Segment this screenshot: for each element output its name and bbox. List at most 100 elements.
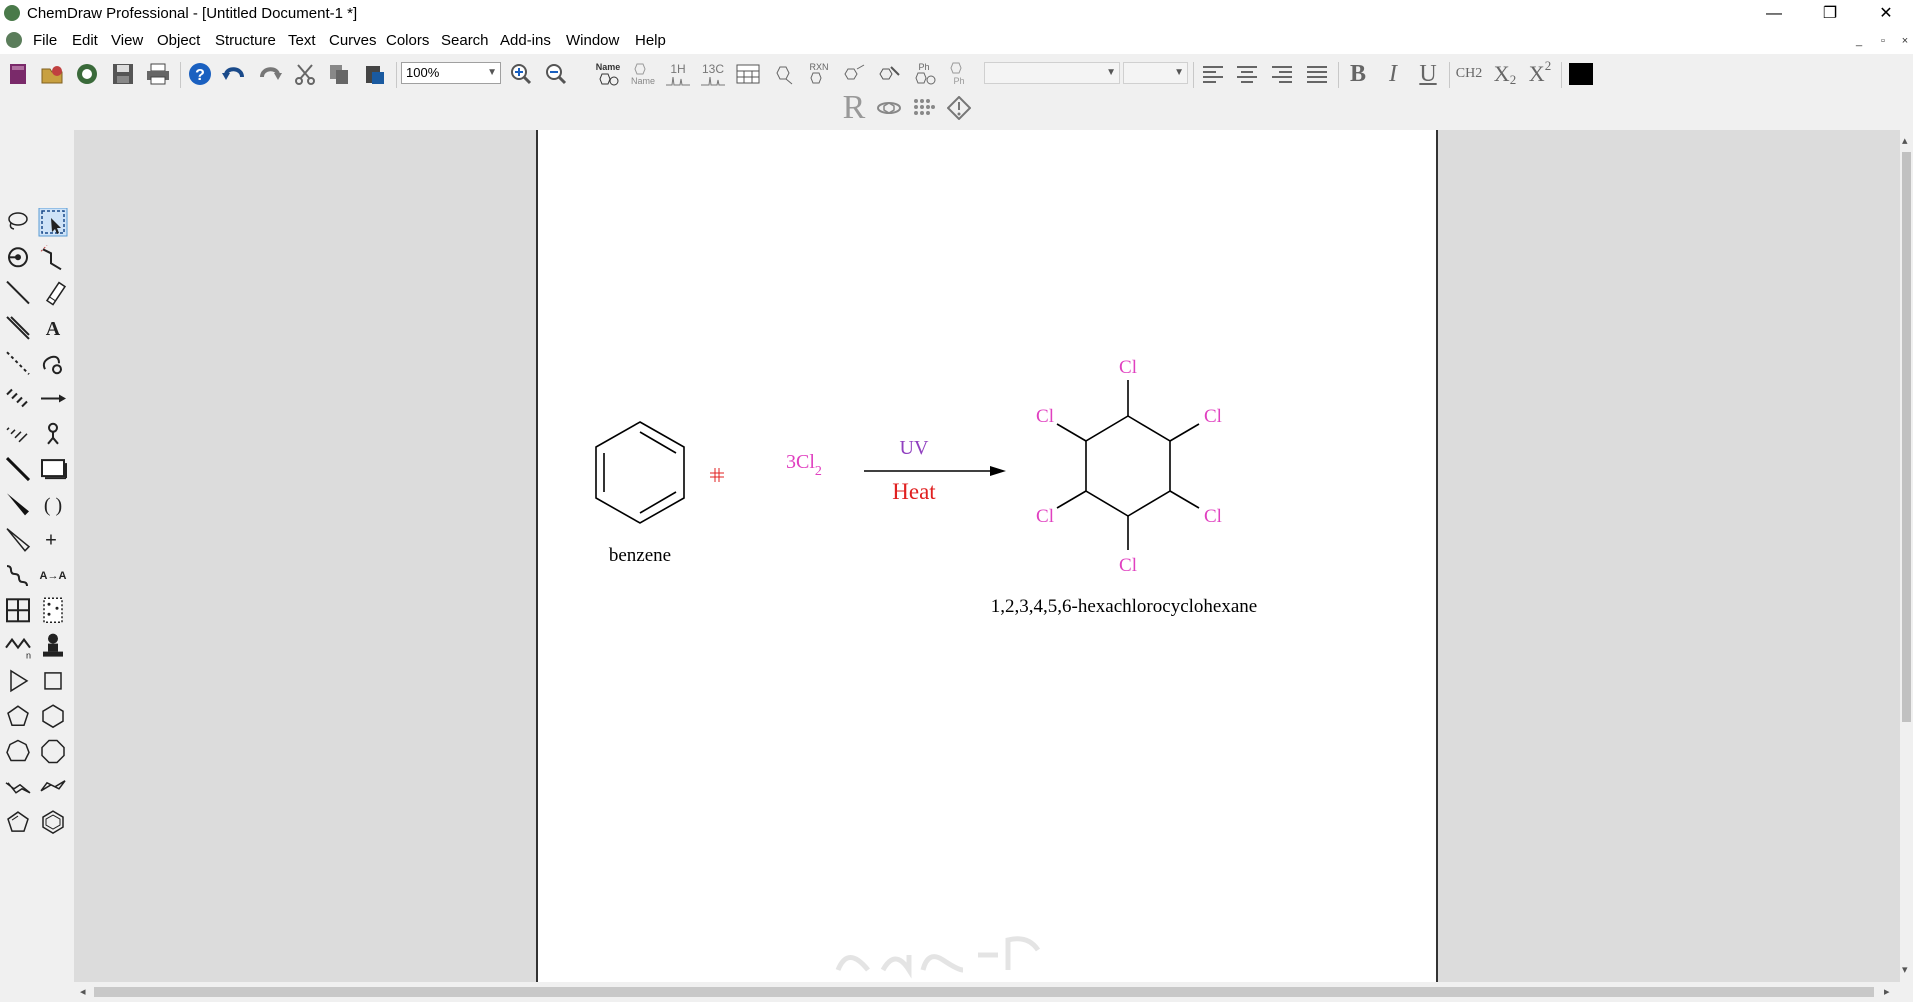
- calculator-icon[interactable]: [734, 60, 762, 88]
- brackets-icon[interactable]: ( ): [44, 494, 62, 516]
- triangle-icon[interactable]: [10, 669, 29, 693]
- menu-search[interactable]: Search: [441, 32, 489, 49]
- zoom-select[interactable]: 100% ▼: [401, 62, 501, 84]
- heptagon-icon[interactable]: [6, 739, 30, 762]
- atom-label-icon[interactable]: A→A: [40, 570, 67, 582]
- c13-nmr-icon[interactable]: 13C: [699, 60, 727, 88]
- underline-button[interactable]: U: [1414, 60, 1442, 88]
- table-icon[interactable]: [6, 598, 30, 623]
- new-document-icon[interactable]: [4, 60, 32, 88]
- scroll-left-icon[interactable]: ◂: [80, 985, 86, 998]
- pentagon-icon[interactable]: [7, 705, 29, 726]
- single-bond-icon-2[interactable]: [5, 457, 31, 482]
- pen-icon[interactable]: [42, 355, 62, 375]
- stereo-icon[interactable]: [875, 94, 903, 122]
- text-icon[interactable]: A: [46, 318, 61, 340]
- stamp-icon[interactable]: [43, 633, 63, 657]
- reagent-icon[interactable]: [840, 60, 868, 88]
- cl-label-6[interactable]: Cl: [1036, 406, 1054, 427]
- name-to-structure-icon[interactable]: Name: [594, 60, 622, 88]
- scroll-right-icon[interactable]: ▸: [1884, 985, 1890, 998]
- save-icon[interactable]: [109, 60, 137, 88]
- dashed-bond-icon[interactable]: [6, 351, 30, 375]
- redo-icon[interactable]: [256, 60, 284, 88]
- superscript-button[interactable]: X2: [1526, 58, 1554, 88]
- cyclohexane-chair1-icon[interactable]: [5, 782, 31, 794]
- check-structure-icon[interactable]: [945, 94, 973, 122]
- align-left-icon[interactable]: [1199, 60, 1227, 88]
- minimize-button[interactable]: —: [1746, 0, 1802, 28]
- font-family-select[interactable]: ▼: [984, 62, 1120, 84]
- bold-bond-icon[interactable]: [6, 316, 30, 340]
- hollow-wedge-icon[interactable]: [6, 528, 31, 552]
- print-icon[interactable]: [144, 60, 172, 88]
- menu-window[interactable]: Window: [566, 32, 619, 49]
- wavy-bond-icon[interactable]: [6, 565, 28, 587]
- cl-label-4[interactable]: Cl: [1119, 555, 1137, 576]
- vertical-scroll-thumb[interactable]: [1902, 152, 1911, 722]
- atom-map-icon[interactable]: [47, 422, 59, 445]
- mdi-close-button[interactable]: ×: [1896, 33, 1913, 49]
- hexachlorocyclohexane-structure[interactable]: [1056, 380, 1200, 550]
- hashed-bond-icon[interactable]: [6, 388, 28, 408]
- scroll-up-icon[interactable]: ▴: [1902, 134, 1908, 147]
- clean-structure-icon[interactable]: [875, 60, 903, 88]
- subscript-button[interactable]: X2: [1491, 60, 1519, 88]
- reactant-label[interactable]: benzene: [609, 545, 671, 566]
- cl-label-1[interactable]: Cl: [1119, 357, 1137, 378]
- chemdraw-online-icon[interactable]: [73, 60, 101, 88]
- r-group-button[interactable]: R: [840, 89, 868, 126]
- octagon-icon[interactable]: [41, 739, 65, 764]
- heat-condition[interactable]: Heat: [892, 479, 936, 504]
- formula-button[interactable]: CH2: [1455, 60, 1483, 88]
- uv-condition[interactable]: UV: [900, 437, 929, 459]
- undo-icon[interactable]: [220, 60, 248, 88]
- charge-plus-icon[interactable]: +: [45, 530, 57, 552]
- orbit-icon[interactable]: [8, 247, 28, 268]
- hashed-wedge-icon[interactable]: [6, 427, 28, 443]
- product-label[interactable]: 1,2,3,4,5,6-hexachlorocyclohexane: [991, 596, 1257, 617]
- align-right-icon[interactable]: [1268, 60, 1296, 88]
- acyclic-chain-icon[interactable]: n: [5, 637, 31, 661]
- cl-label-5[interactable]: Cl: [1036, 506, 1054, 527]
- menu-curves[interactable]: Curves: [329, 32, 377, 49]
- reaction-icon[interactable]: [770, 60, 798, 88]
- menu-addins[interactable]: Add-ins: [500, 32, 551, 49]
- tlc-icon[interactable]: [43, 597, 63, 624]
- menu-edit[interactable]: Edit: [72, 32, 98, 49]
- benzene-icon[interactable]: [42, 810, 64, 834]
- rectangle-icon[interactable]: [41, 459, 67, 480]
- cl-label-3[interactable]: Cl: [1204, 506, 1222, 527]
- open-icon[interactable]: [38, 60, 66, 88]
- lasso-icon[interactable]: [8, 212, 28, 230]
- scroll-down-icon[interactable]: ▾: [1902, 963, 1908, 976]
- phenyl-icon[interactable]: Ph: [910, 60, 938, 88]
- align-center-icon[interactable]: [1233, 60, 1261, 88]
- bold-button[interactable]: B: [1344, 60, 1372, 88]
- arrow-icon[interactable]: [41, 394, 66, 403]
- rxn-icon[interactable]: RXN: [805, 60, 833, 88]
- reaction-arrow[interactable]: [864, 466, 1006, 476]
- phenyl-expand-icon[interactable]: Ph: [945, 60, 973, 88]
- structure-to-name-icon[interactable]: Name: [629, 60, 657, 88]
- zoom-out-icon[interactable]: [542, 60, 570, 88]
- mdi-minimize-button[interactable]: _: [1850, 33, 1868, 49]
- dots-icon[interactable]: [910, 94, 938, 122]
- square-icon[interactable]: [44, 672, 62, 690]
- wedge-bond-icon[interactable]: [7, 493, 29, 516]
- chain-icon[interactable]: [40, 244, 62, 271]
- menu-colors[interactable]: Colors: [386, 32, 429, 49]
- menu-view[interactable]: View: [111, 32, 143, 49]
- cl-label-2[interactable]: Cl: [1204, 406, 1222, 427]
- benzene-structure[interactable]: [595, 421, 685, 524]
- menu-text[interactable]: Text: [288, 32, 316, 49]
- cut-icon[interactable]: [291, 60, 319, 88]
- font-size-select[interactable]: ▼: [1123, 62, 1188, 84]
- reagent-text[interactable]: 3Cl2: [786, 451, 822, 479]
- menu-object[interactable]: Object: [157, 32, 200, 49]
- mdi-restore-button[interactable]: ▫: [1874, 33, 1892, 49]
- cyclopentane-icon[interactable]: [7, 811, 29, 832]
- menu-structure[interactable]: Structure: [215, 32, 276, 49]
- vertical-scrollbar[interactable]: ▴ ▾: [1900, 130, 1913, 982]
- help-icon[interactable]: ?: [186, 60, 214, 88]
